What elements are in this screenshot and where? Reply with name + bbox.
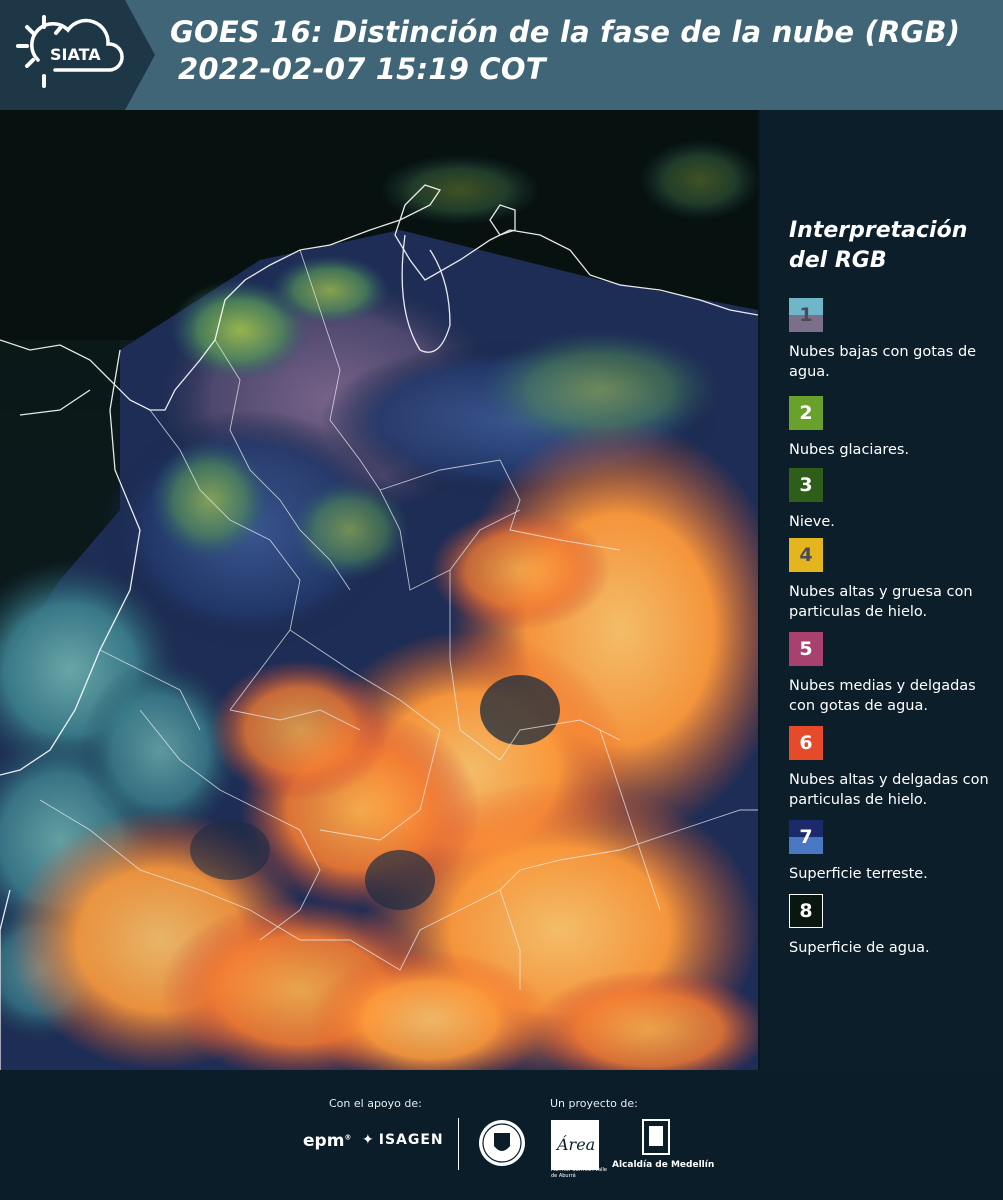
legend-swatch-4: 4 [789, 538, 823, 572]
legend-number-6: 6 [799, 732, 813, 754]
legend-label-8: Superficie de agua. [789, 940, 930, 956]
legend-number-4: 4 [799, 544, 813, 566]
title-line-1: GOES 16: Distinción de la fase de la nub… [170, 15, 961, 49]
legend-label-4: Nubes altas y gruesa con particulas de h… [789, 584, 973, 620]
legend-panel: Interpretación del RGB 1 Nubes bajas con… [760, 110, 1003, 1070]
legend-swatch-5: 5 [789, 632, 823, 666]
area-mark-text: Área [555, 1134, 595, 1154]
legend-number-5: 5 [799, 638, 813, 660]
legend-item-3: 3 Nieve. [789, 468, 989, 532]
page-title: GOES 16: Distinción de la fase de la nub… [170, 14, 960, 88]
isagen-logo-text: ISAGEN [378, 1132, 444, 1148]
legend-item-4: 4 Nubes altas y gruesa con particulas de… [789, 538, 989, 622]
university-seal-icon [479, 1120, 525, 1166]
alcaldia-shield-icon [642, 1119, 670, 1155]
legend-swatch-8: 8 [789, 894, 823, 928]
legend-label-6: Nubes altas y delgadas con particulas de… [789, 772, 989, 808]
legend-item-1: 1 Nubes bajas con gotas de agua. [789, 298, 989, 382]
legend-number-2: 2 [799, 402, 813, 424]
legend-label-5: Nubes medias y delgadas con gotas de agu… [789, 678, 976, 714]
area-metropolitana-text: METROPOLITANA Valle de Aburrá [551, 1167, 607, 1179]
legend-number-7: 7 [799, 826, 813, 848]
isagen-logo: ✦ ISAGEN [362, 1132, 444, 1148]
footer: Con el apoyo de: Un proyecto de: epm® ✦ I… [0, 1070, 1003, 1200]
legend-item-2: 2 Nubes glaciares. [789, 396, 989, 460]
legend-swatch-6: 6 [789, 726, 823, 760]
area-metropolitana-logo: Área [551, 1120, 599, 1170]
legend-item-7: 7 Superficie terreste. [789, 820, 989, 884]
legend-title-line-1: Interpretación [789, 218, 968, 243]
legend-swatch-7: 7 [789, 820, 823, 854]
satellite-rgb-image [0, 110, 758, 1070]
legend-swatch-1: 1 [789, 298, 823, 332]
siata-logo-text: SIATA [50, 45, 101, 64]
legend-number-8: 8 [799, 900, 813, 922]
legend-label-7: Superficie terreste. [789, 866, 928, 882]
legend-swatch-3: 3 [789, 468, 823, 502]
legend-item-5: 5 Nubes medias y delgadas con gotas de a… [789, 632, 989, 716]
title-timestamp: 2022-02-07 15:19 COT [178, 52, 546, 86]
project-label: Un proyecto de: [550, 1097, 638, 1110]
legend-label-1: Nubes bajas con gotas de agua. [789, 344, 977, 380]
alcaldia-text: Alcaldía de Medellín [612, 1160, 715, 1170]
support-label: Con el apoyo de: [329, 1097, 422, 1110]
legend-number-3: 3 [799, 474, 813, 496]
epm-logo-text: epm [303, 1131, 345, 1151]
isagen-mark-icon: ✦ [362, 1132, 375, 1148]
legend-number-1: 1 [799, 304, 813, 326]
legend-swatch-2: 2 [789, 396, 823, 430]
header-bar: SIATA GOES 16: Distinción de la fase de … [0, 0, 1003, 110]
legend-title-line-2: del RGB [789, 248, 887, 273]
legend-item-6: 6 Nubes altas y delgadas con particulas … [789, 726, 989, 810]
siata-logo: SIATA [0, 0, 155, 110]
epm-logo: epm® [303, 1131, 352, 1151]
legend-label-3: Nieve. [789, 514, 835, 530]
legend-title: Interpretación del RGB [789, 216, 967, 276]
legend-label-2: Nubes glaciares. [789, 442, 910, 458]
legend-item-8: 8 Superficie de agua. [789, 894, 989, 958]
footer-divider [458, 1118, 459, 1170]
